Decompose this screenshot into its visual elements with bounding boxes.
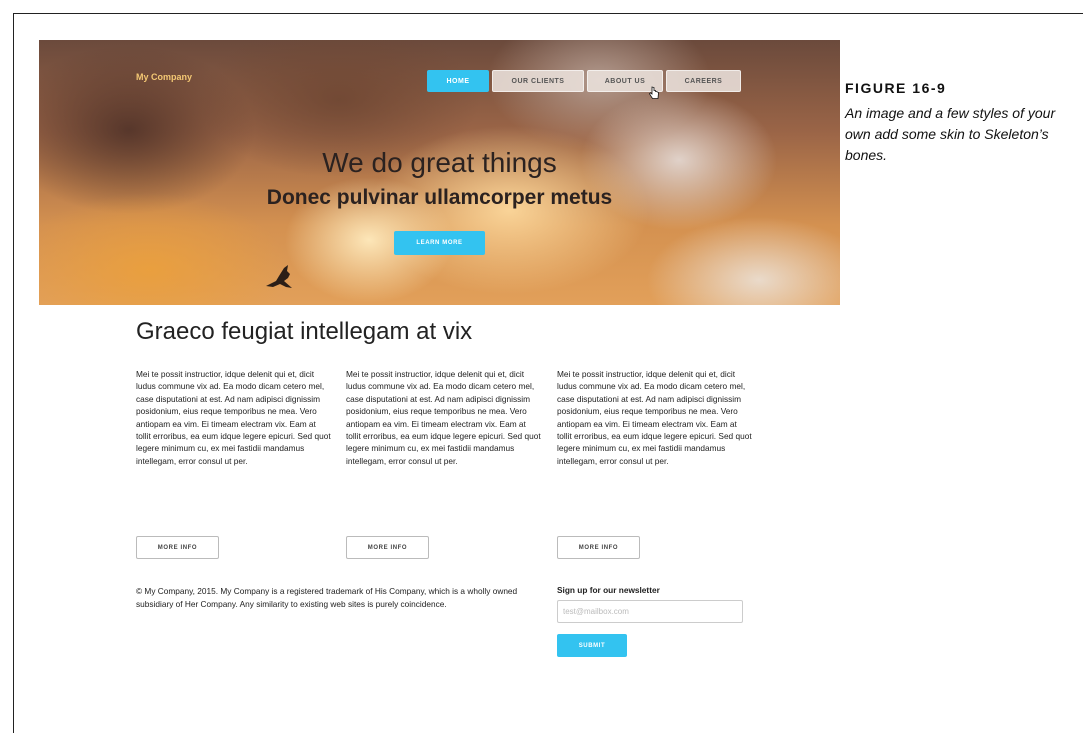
brand-logo[interactable]: My Company [136, 72, 192, 82]
content-column-3: Mei te possit instructior, idque delenit… [557, 368, 752, 467]
column-text: Mei te possit instructior, idque delenit… [346, 369, 541, 466]
nav-home[interactable]: HOME [427, 70, 489, 92]
footer-copyright: © My Company, 2015. My Company is a regi… [136, 586, 518, 609]
more-info-button-3[interactable]: MORE INFO [557, 536, 640, 559]
hero-title: We do great things [322, 147, 557, 178]
column-text: Mei te possit instructior, idque delenit… [557, 369, 752, 466]
figure-label: FIGURE 16-9 [845, 80, 947, 96]
content-column-2: Mei te possit instructior, idque delenit… [346, 368, 541, 467]
hero-subtitle: Donec pulvinar ullamcorper metus [266, 186, 613, 209]
submit-button[interactable]: SUBMIT [557, 634, 627, 657]
more-info-button-1[interactable]: MORE INFO [136, 536, 219, 559]
figure-caption: An image and a few styles of your own ad… [845, 105, 1056, 163]
section-title: Graeco feugiat intellegam at vix [136, 318, 473, 345]
hand-pointer-icon [648, 86, 659, 99]
newsletter-label: Sign up for our newsletter [557, 585, 660, 595]
more-info-button-2[interactable]: MORE INFO [346, 536, 429, 559]
nav-our-clients[interactable]: OUR CLIENTS [492, 70, 584, 92]
bird-icon [266, 265, 292, 288]
nav-careers[interactable]: CAREERS [666, 70, 741, 92]
column-text: Mei te possit instructior, idque delenit… [136, 369, 331, 466]
main-nav: HOME OUR CLIENTS ABOUT US CAREERS [427, 70, 741, 92]
hero-banner: My Company HOME OUR CLIENTS ABOUT US CAR… [39, 40, 840, 305]
content-column-1: Mei te possit instructior, idque delenit… [136, 368, 331, 467]
learn-more-button[interactable]: LEARN MORE [394, 231, 485, 255]
email-input[interactable] [557, 600, 743, 623]
